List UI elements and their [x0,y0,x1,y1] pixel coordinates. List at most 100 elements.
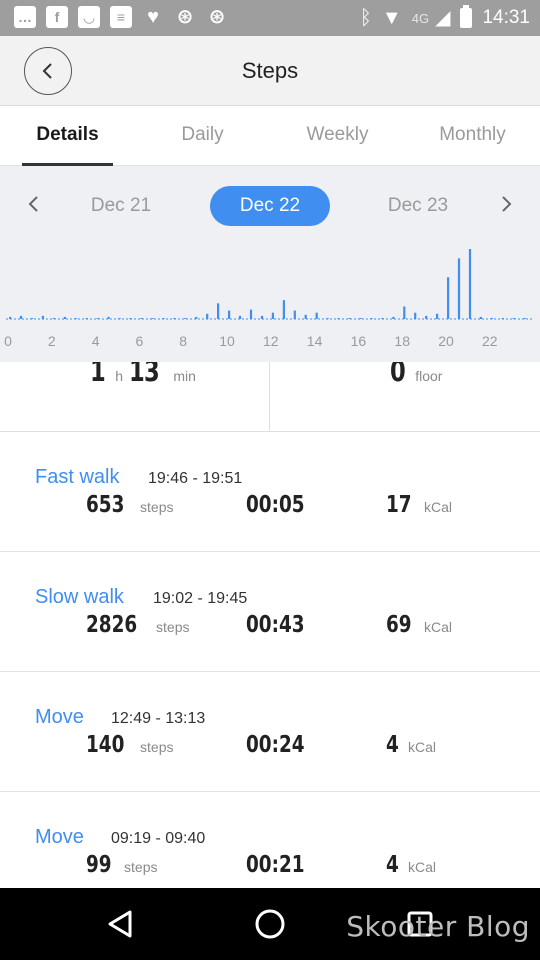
kcal-value: 4 [386,732,399,758]
chart-bar [468,249,472,319]
minutes-unit: min [173,368,196,384]
activity-time-range: 12:49 - 13:13 [111,710,206,727]
steps-value: 2826 [86,612,138,638]
chart-bar [9,316,12,319]
home-circle-icon[interactable] [252,906,288,942]
activity-type: Slow walk [35,586,124,608]
steps-value: 99 [86,852,112,878]
date-prev[interactable]: Dec 21 [61,186,181,226]
chart-bar [501,318,504,319]
activity-row[interactable]: Move 12:49 - 13:13 140 steps 00:24 4 kCal [0,672,540,792]
chart-bar [403,306,406,319]
chart-bar [151,318,154,319]
kcal-unit: kCal [408,739,437,755]
duration-value: 00:21 [246,852,305,878]
chart-bar [523,318,526,319]
facebook-icon: f [46,6,68,28]
steps-value: 140 [86,732,125,758]
x-tick-label: 20 [438,333,454,349]
status-bar: … f ◡ ≡ ♥ ⊛ ⊛ ᛒ ▼ 4G ◢ 14:31 [0,0,540,36]
back-triangle-icon[interactable] [102,906,138,942]
tab-daily[interactable]: Daily [135,106,270,166]
floors-unit: floor [415,368,443,384]
activity-row[interactable]: Fast walk 19:46 - 19:51 653 steps 00:05 17 kCa… [0,432,540,552]
chart-bar [162,318,165,319]
steps-unit: steps [124,859,158,875]
x-tick-label: 0 [4,333,12,349]
activity-time-range: 19:02 - 19:45 [153,590,248,607]
chart-bar [52,318,55,319]
globe-icon: ⊛ [176,6,194,28]
network-type: 4G [411,10,430,26]
chart-bar [206,313,209,319]
chart-bar [512,318,515,319]
duration-value: 00:05 [246,492,305,518]
kcal-unit: kCal [424,499,453,515]
system-icons: ᛒ ▼ 4G ◢ 14:31 [360,0,530,36]
floors-value: 0 [390,362,406,388]
chart-bar [217,303,220,319]
chevron-left-icon[interactable] [22,192,46,216]
chart-bar [282,300,285,319]
date-next[interactable]: Dec 23 [358,186,478,226]
activity-type: Move [35,706,84,728]
x-tick-label: 2 [48,333,56,349]
date-current[interactable]: Dec 22 [210,186,330,226]
activity-duration: 00:05 [246,492,319,518]
kcal-unit: kCal [424,619,453,635]
x-tick-label: 8 [179,333,187,349]
steps-chart-panel: Dec 21 Dec 22 Dec 23 0 2 4 6 8 10 12 14 16 18 20 22 [0,166,540,362]
x-tick-label: 16 [351,333,367,349]
chart-bar [107,316,110,319]
duration-value: 00:24 [246,732,305,758]
activity-steps: 140 steps [86,732,173,758]
activity-duration: 00:21 [246,852,319,878]
chart-bar [195,316,198,319]
activity-calories: 4 kCal [386,732,436,758]
chart-bar [30,318,34,319]
activity-row[interactable]: Slow walk 19:02 - 19:45 2826 steps 00:43 69 kC… [0,552,540,672]
chart-bar [74,318,77,319]
chart-bar [228,310,231,319]
steps-bar-chart: 0 2 4 6 8 10 12 14 16 18 20 22 [4,249,532,349]
chart-bar [490,318,493,319]
chart-bar [173,318,176,319]
hours-unit: h [115,368,123,384]
chart-bar [63,316,66,319]
activity-type: Move [35,826,84,848]
app-header: Steps [0,36,540,106]
tab-weekly[interactable]: Weekly [270,106,405,166]
activity-time-range: 09:19 - 09:40 [111,830,206,847]
chevron-right-icon[interactable] [494,192,518,216]
watermark: Skooter Blog [346,910,530,943]
x-tick-label: 12 [263,333,279,349]
date-navigator: Dec 21 Dec 22 Dec 23 [0,186,540,226]
chart-bar [238,315,242,319]
news-icon: ≡ [110,6,132,28]
activity-steps: 2826 steps [86,612,189,638]
chart-bar [392,316,395,319]
tab-bar: Details Daily Weekly Monthly [0,106,540,166]
summary-stats: 1 h 13 min 0 floor [0,362,540,432]
chart-bar [381,318,384,319]
floors-stat: 0 floor [390,362,442,388]
active-time-stat: 1 h 13 min [90,362,196,388]
active-minutes: 13 [128,362,160,388]
chart-bar [249,309,253,319]
x-tick-label: 18 [394,333,410,349]
bluetooth-icon: ᛒ [359,7,372,29]
tab-details[interactable]: Details [0,106,135,166]
chart-bar [260,315,264,319]
chart-bar [436,313,439,319]
chart-bar [19,315,23,319]
chart-bar [118,318,121,319]
tab-monthly[interactable]: Monthly [405,106,540,166]
x-tick-label: 10 [219,333,235,349]
chart-bar [348,318,351,319]
steps-unit: steps [156,619,190,635]
kcal-value: 69 [386,612,412,638]
activity-time-range: 19:46 - 19:51 [148,470,243,487]
chart-bar [129,318,132,319]
chart-bar [359,318,362,319]
x-tick-label: 4 [92,333,100,349]
